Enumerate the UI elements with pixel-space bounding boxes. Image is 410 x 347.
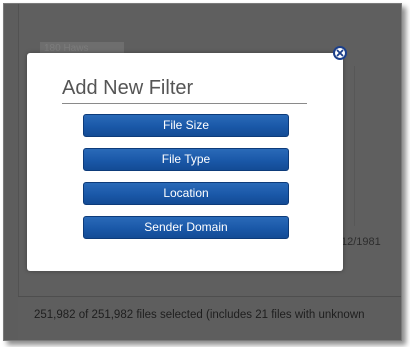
background-axis-line [354,66,355,226]
close-x-icon [336,49,344,57]
close-button[interactable] [333,46,347,60]
location-button[interactable]: Location [83,182,289,205]
file-size-button[interactable]: File Size [83,114,289,137]
status-bar: 251,982 of 251,982 files selected (inclu… [18,297,401,340]
sender-domain-button[interactable]: Sender Domain [83,216,289,239]
file-type-button[interactable]: File Type [83,148,289,171]
screenshot-frame: 180 Haws 12/1981 251,982 of 251,982 file… [3,3,402,341]
dialog-title: Add New Filter [62,76,307,104]
status-text: 251,982 of 251,982 files selected (inclu… [34,309,365,321]
background-date-label: 12/1981 [341,236,381,248]
add-filter-dialog: Add New Filter File Size File Type Locat… [27,46,347,271]
